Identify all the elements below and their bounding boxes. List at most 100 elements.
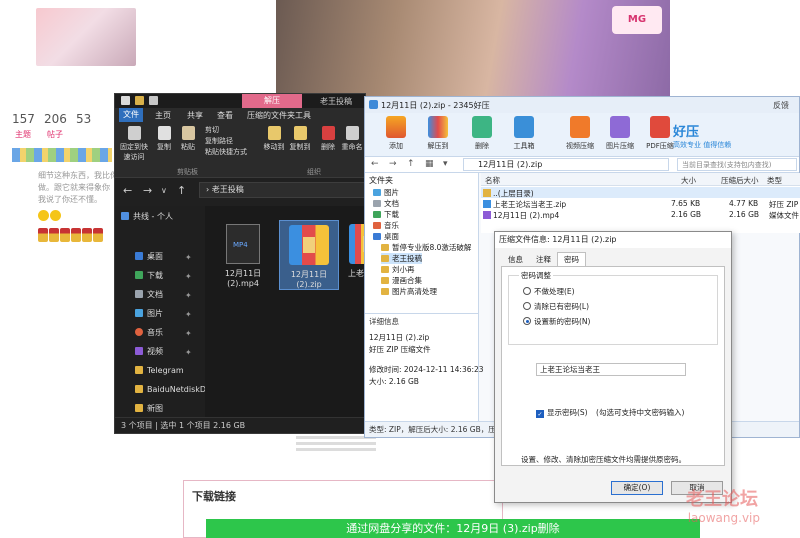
sidebar-item-videos[interactable]: 视频 [135,345,163,359]
delete-archive-button[interactable]: 删除 [465,116,499,151]
tab-home[interactable]: 主页 [155,110,171,121]
tab-info[interactable]: 信息 [501,252,530,266]
extract-to-button[interactable]: 解压到 [421,116,455,151]
pin-icon[interactable]: ✦ [185,272,192,281]
tree-item-pictures[interactable]: 图片 [373,187,399,198]
stat-posts[interactable]: 206 [44,112,67,126]
user-avatar[interactable] [36,8,136,66]
copy-button[interactable]: 复制 [151,126,177,152]
tree-item-downloads[interactable]: 下载 [373,209,399,220]
quick-access-icon[interactable] [149,96,158,105]
radio-button[interactable] [523,302,531,310]
paste-shortcut-button[interactable]: 粘贴快捷方式 [205,147,247,157]
back-arrow-icon[interactable]: ← [123,184,132,197]
sidebar-item-downloads[interactable]: 下载 [135,269,163,283]
tree-item-music[interactable]: 音乐 [373,220,399,231]
copy-path-button[interactable]: 复制路径 [205,136,233,146]
list-row-mp4[interactable]: 12月11日 (2).mp4 2.16 GB 2.16 GB 媒体文件 (.m [481,209,800,220]
stat-topics[interactable]: 157 [12,112,35,126]
option-clear-password[interactable]: 清除已有密码(L) [523,301,589,312]
file-item-zip[interactable]: 12月11日 (2).zip [279,220,339,290]
pdf-compress-button[interactable]: PDF压缩 [643,116,677,151]
medal-icon[interactable] [49,228,59,242]
option-no-change[interactable]: 不做处理(E) [523,286,575,297]
file-item-mp4[interactable]: MP4 12月11日 (2).mp4 [213,220,273,288]
move-to-button[interactable]: 移动到 [261,126,287,152]
tree-item-folder[interactable]: 暂停专业版8.0激活破解 [381,242,471,253]
tree-item-documents[interactable]: 文档 [373,198,399,209]
add-button[interactable]: 添加 [379,116,413,151]
download-link-button[interactable]: 通过网盘分享的文件：12月9日 (3).zip删除 [206,519,700,538]
checkbox-checked[interactable]: ✓ [536,410,544,418]
medal-icon[interactable] [60,228,70,242]
tab-view[interactable]: 查看 [217,110,233,121]
sidebar-item-telegram[interactable]: Telegram [135,364,184,378]
zip-path-field[interactable]: 12月11日 (2).zip [463,158,669,171]
cut-button[interactable]: 剪切 [205,125,219,135]
column-type[interactable]: 类型 [767,175,782,186]
column-name[interactable]: 名称 [485,175,500,186]
tab-comment[interactable]: 注释 [529,252,558,266]
radio-button[interactable] [523,317,531,325]
explorer-path-field[interactable]: › 老王投稿 [199,182,367,198]
folder-quick-icon[interactable] [135,96,144,105]
up-arrow-icon[interactable]: ↑ [177,184,186,197]
tab-extract-context[interactable]: 解压 [242,94,302,108]
medal-icon[interactable] [93,228,103,242]
toolbox-button[interactable]: 工具箱 [507,116,541,151]
pin-icon[interactable]: ✦ [185,310,192,319]
list-row-parent[interactable]: ..(上层目录) [481,187,800,198]
tree-item-folder-selected[interactable]: 老王投稿 [381,253,422,264]
delete-button[interactable]: 删除 [315,126,341,152]
tab-share[interactable]: 共享 [187,110,203,121]
zip-search-input[interactable]: 当前目录查找(支持包内查找) [677,158,797,171]
pin-icon[interactable]: ✦ [185,329,192,338]
tab-compressed-tools[interactable]: 压缩的文件夹工具 [247,110,311,121]
tree-item-folder[interactable]: 图片高清处理 [381,286,437,297]
option-set-password[interactable]: 设置新的密码(N) [523,316,590,327]
post-video-thumbnail[interactable]: MG [276,0,670,98]
column-packed[interactable]: 压缩后大小 [721,175,759,186]
video-compress-button[interactable]: 视频压缩 [563,116,597,151]
password-field[interactable]: 上老王论坛当老王 [536,363,686,376]
medal-icon[interactable] [38,228,48,242]
stat-third[interactable]: 53 [76,112,91,126]
pin-quick-access-button[interactable]: 固定到快速访问 [117,126,151,162]
image-compress-button[interactable]: 图片压缩 [603,116,637,151]
tab-password[interactable]: 密码 [557,252,586,266]
tree-item-folder[interactable]: 刘小再 [381,264,415,275]
pin-icon[interactable]: ✦ [185,253,192,262]
chevron-down-icon[interactable]: ∨ [161,186,167,195]
radio-button[interactable] [523,287,531,295]
pin-icon[interactable]: ✦ [185,291,192,300]
sidebar-item-desktop[interactable]: 桌面 [135,250,163,264]
medal-icon[interactable] [71,228,81,242]
column-size[interactable]: 大小 [681,175,696,186]
sidebar-item-newpics[interactable]: 新图 [135,402,163,416]
ok-button[interactable]: 确定(O) [611,481,663,495]
chevron-down-icon[interactable]: ▾ [443,159,448,169]
forward-arrow-icon[interactable]: → [389,159,397,169]
sidebar-item-baidu[interactable]: BaiduNetdiskD [135,383,206,397]
rename-button[interactable]: 重命名 [339,126,365,152]
show-password-checkbox[interactable]: ✓ 显示密码(S) (勾选可支持中文密码输入) [536,407,684,418]
forward-arrow-icon[interactable]: → [143,184,152,197]
paste-button[interactable]: 粘贴 [175,126,201,152]
tree-item-folder[interactable]: 漫画合集 [381,275,422,286]
back-arrow-icon[interactable]: ← [371,159,379,169]
copy-to-button[interactable]: 复制到 [287,126,313,152]
up-arrow-icon[interactable]: ↑ [407,159,415,169]
sidebar-item-documents[interactable]: 文档 [135,288,163,302]
show-password-hint: (勾选可支持中文密码输入) [596,408,685,417]
feedback-button[interactable]: 反馈 [773,100,789,111]
sidebar-item-music[interactable]: 音乐 [135,326,163,340]
view-mode-icon[interactable]: ▦ [425,159,434,169]
sidebar-item-pictures[interactable]: 图片 [135,307,163,321]
list-row-zip[interactable]: 上老王论坛当老王.zip 7.65 KB 4.77 KB 好压 ZIP 压 [481,198,800,209]
pin-icon[interactable]: ✦ [185,348,192,357]
tree-item-desktop[interactable]: 桌面 [373,231,399,242]
tree-label: 老王投稿 [392,254,422,263]
tab-file[interactable]: 文件 [119,108,143,122]
sidebar-item-cloud[interactable]: 共线 - 个人 [121,210,173,224]
medal-icon[interactable] [82,228,92,242]
